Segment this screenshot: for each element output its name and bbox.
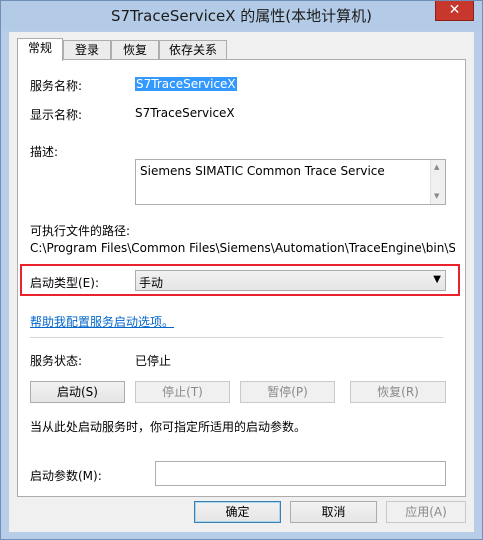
general-tab-panel: 服务名称: S7TraceServiceX 显示名称: S7TraceServi… (17, 59, 466, 497)
service-status-value: 已停止 (135, 354, 172, 368)
close-icon: ✕ (448, 2, 461, 18)
scroll-up-icon[interactable]: ▲ (434, 163, 439, 171)
resume-button[interactable]: 恢复(R) (350, 381, 446, 403)
start-params-label: 启动参数(M): (30, 469, 102, 483)
service-name-value[interactable]: S7TraceServiceX (135, 77, 237, 91)
service-name-label: 服务名称: (30, 79, 83, 93)
description-label: 描述: (30, 145, 59, 159)
startup-type-value: 手动 (139, 276, 164, 290)
title-bar[interactable]: S7TraceServiceX 的属性(本地计算机) ✕ (1, 1, 482, 31)
stop-button[interactable]: 停止(T) (135, 381, 230, 403)
cancel-button[interactable]: 取消 (290, 501, 377, 523)
exe-path-value: C:\Program Files\Common Files\Siemens\Au… (30, 241, 455, 255)
description-box[interactable]: Siemens SIMATIC Common Trace Service ▲ ▼ (135, 159, 446, 205)
tab-logon[interactable]: 登录 (63, 40, 111, 60)
divider (30, 337, 443, 338)
service-name-selected: S7TraceServiceX (135, 77, 237, 91)
start-params-input[interactable] (155, 461, 446, 486)
tab-general[interactable]: 常规 (17, 38, 63, 61)
startup-type-select[interactable]: 手动 ▼ (135, 270, 446, 291)
description-scrollbar[interactable]: ▲ ▼ (430, 160, 445, 204)
close-button[interactable]: ✕ (435, 1, 474, 21)
apply-button[interactable]: 应用(A) (386, 501, 466, 523)
pause-button[interactable]: 暂停(P) (240, 381, 335, 403)
tab-recovery[interactable]: 恢复 (111, 40, 159, 60)
scroll-down-icon[interactable]: ▼ (434, 192, 439, 200)
ok-button[interactable]: 确定 (194, 501, 281, 523)
window-title: S7TraceServiceX 的属性(本地计算机) (110, 7, 373, 25)
start-button[interactable]: 启动(S) (30, 381, 125, 403)
description-text: Siemens SIMATIC Common Trace Service (140, 164, 385, 178)
service-status-label: 服务状态: (30, 354, 83, 368)
properties-dialog: S7TraceServiceX 的属性(本地计算机) ✕ 常规 登录 恢复 依存… (0, 0, 483, 540)
exe-path-label: 可执行文件的路径: (30, 224, 131, 238)
chevron-down-icon: ▼ (433, 274, 441, 285)
display-name-label: 显示名称: (30, 108, 83, 122)
startup-type-label: 启动类型(E): (30, 276, 99, 290)
dialog-client-area: 常规 登录 恢复 依存关系 服务名称: S7TraceServiceX 显示名称… (9, 32, 474, 532)
tab-dependencies[interactable]: 依存关系 (159, 40, 227, 60)
help-configure-startup-link[interactable]: 帮助我配置服务启动选项。 (30, 313, 174, 330)
start-params-hint: 当从此处启动服务时，你可指定所适用的启动参数。 (30, 420, 307, 434)
display-name-value[interactable]: S7TraceServiceX (135, 106, 235, 120)
